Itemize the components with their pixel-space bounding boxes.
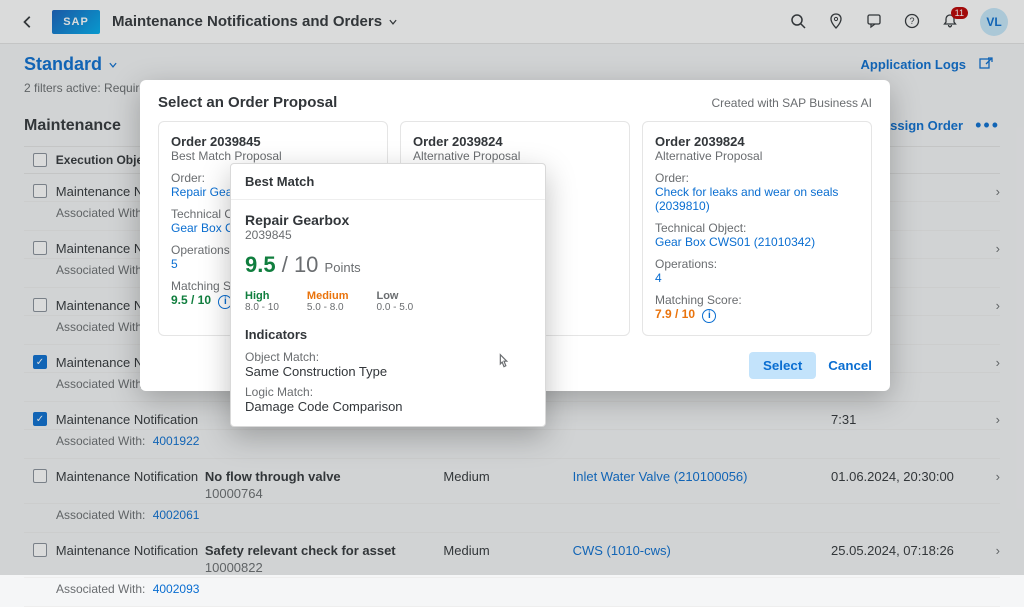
- proposal-card[interactable]: Order 2039824Alternative ProposalOrder:C…: [642, 121, 872, 336]
- technical-object-link[interactable]: Gear Box CWS01 (21010342): [655, 235, 815, 249]
- popover-order-id: 2039845: [245, 228, 531, 242]
- info-icon[interactable]: i: [702, 309, 716, 323]
- matching-score: 7.9 / 10 i: [655, 307, 859, 323]
- popover-head: Best Match: [231, 164, 545, 200]
- operations-link[interactable]: 5: [171, 257, 178, 271]
- associated-with-row: Associated With: 4002093: [24, 578, 1000, 607]
- popover-score: 9.5 / 10 Points: [245, 252, 531, 278]
- operations-link[interactable]: 4: [655, 271, 662, 285]
- card-title: Order 2039824: [413, 134, 617, 149]
- card-subtitle: Best Match Proposal: [171, 149, 375, 163]
- dialog-title: Select an Order Proposal: [158, 94, 711, 111]
- score-details-popover: Best Match Repair Gearbox 2039845 9.5 / …: [230, 163, 546, 427]
- card-subtitle: Alternative Proposal: [655, 149, 859, 163]
- order-link[interactable]: Check for leaks and wear on seals (20398…: [655, 185, 838, 213]
- popover-order-title: Repair Gearbox: [245, 212, 531, 228]
- select-button[interactable]: Select: [749, 352, 816, 379]
- cancel-button[interactable]: Cancel: [828, 358, 872, 373]
- card-subtitle: Alternative Proposal: [413, 149, 617, 163]
- associated-link[interactable]: 4002093: [153, 582, 200, 596]
- dialog-ai-attribution: Created with SAP Business AI: [711, 96, 872, 110]
- logic-match-value: Damage Code Comparison: [245, 399, 531, 414]
- indicators-heading: Indicators: [245, 327, 531, 342]
- score-legend: High8.0 - 10 Medium5.0 - 8.0 Low0.0 - 5.…: [245, 290, 531, 313]
- card-title: Order 2039845: [171, 134, 375, 149]
- card-title: Order 2039824: [655, 134, 859, 149]
- object-match-value: Same Construction Type: [245, 364, 531, 379]
- pointer-cursor-icon: [493, 352, 515, 374]
